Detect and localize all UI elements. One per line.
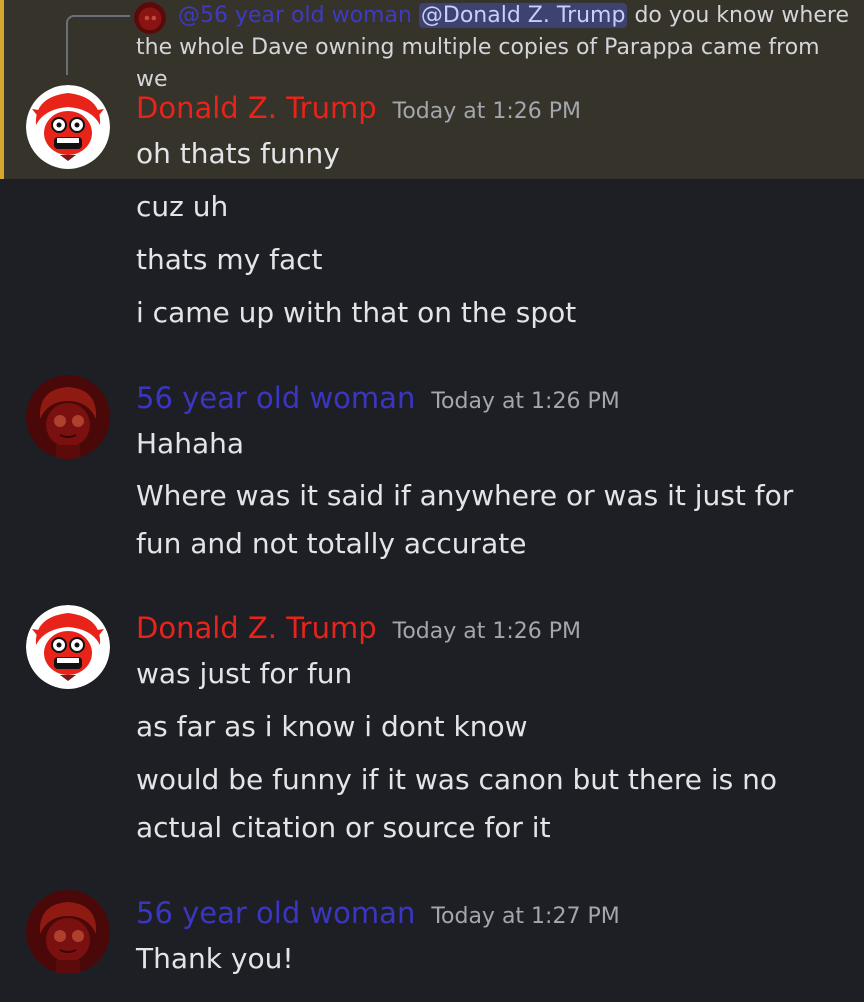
message-line: Hahaha: [136, 427, 245, 460]
message-line: would be funny if it was canon but there…: [136, 763, 778, 796]
avatar-trump-icon: [26, 85, 110, 169]
reply-text-1: do you know where: [627, 3, 849, 28]
avatar-woman-icon: [26, 375, 110, 459]
author-name[interactable]: 56 year old woman: [136, 378, 415, 418]
message-line: Where was it said if anywhere or was it …: [136, 479, 794, 512]
message-line: i came up with that on the spot: [136, 296, 577, 329]
timestamp: Today at 1:27 PM: [431, 904, 620, 929]
message-line: cuz uh: [136, 190, 229, 223]
author-name[interactable]: Donald Z. Trump: [136, 88, 377, 128]
message-line: Thank you!: [136, 942, 294, 975]
avatar-woman[interactable]: [26, 375, 110, 459]
message-header: 56 year old woman Today at 1:27 PM: [136, 893, 620, 933]
reply-preview[interactable]: @56 year old woman @Donald Z. Trump do y…: [136, 0, 856, 96]
message-header: 56 year old woman Today at 1:26 PM: [136, 378, 620, 418]
avatar-trump[interactable]: [26, 605, 110, 689]
reply-connector: [66, 15, 130, 75]
timestamp: Today at 1:26 PM: [392, 619, 581, 644]
avatar-woman[interactable]: [26, 890, 110, 974]
avatar-trump-icon: [26, 605, 110, 689]
timestamp: Today at 1:26 PM: [392, 99, 581, 124]
message-line: thats my fact: [136, 243, 323, 276]
message-header: Donald Z. Trump Today at 1:26 PM: [136, 88, 581, 128]
chat-log: @56 year old woman @Donald Z. Trump do y…: [0, 0, 864, 1002]
message-line: as far as i know i dont know: [136, 710, 528, 743]
author-name[interactable]: Donald Z. Trump: [136, 608, 377, 648]
avatar-trump[interactable]: [26, 85, 110, 169]
message-line: was just for fun: [136, 657, 353, 690]
message-line: actual citation or source for it: [136, 811, 551, 844]
message-header: Donald Z. Trump Today at 1:26 PM: [136, 608, 581, 648]
reply-text-2: the whole Dave owning multiple copies of…: [136, 35, 820, 92]
message-line: fun and not totally accurate: [136, 527, 527, 560]
reply-author[interactable]: @56 year old woman: [178, 3, 412, 28]
reply-mention[interactable]: @Donald Z. Trump: [418, 3, 628, 28]
message-line: oh thats funny: [136, 137, 340, 170]
author-name[interactable]: 56 year old woman: [136, 893, 415, 933]
timestamp: Today at 1:26 PM: [431, 389, 620, 414]
avatar-woman-icon: [26, 890, 110, 974]
mention-highlight-bar: [0, 0, 4, 179]
